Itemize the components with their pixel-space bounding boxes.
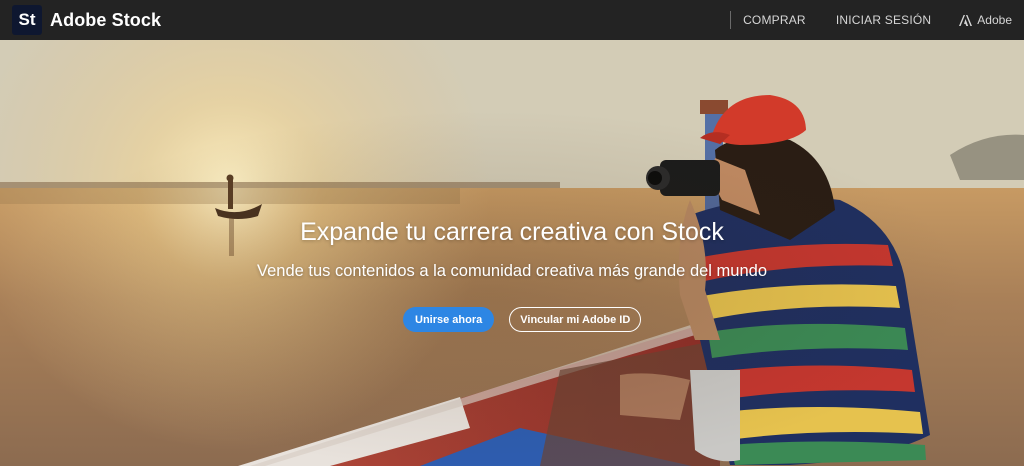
adobe-link[interactable]: Adobe [959,13,1012,27]
nav-right: COMPRAR INICIAR SESIÓN Adobe [730,0,1012,40]
hero-headline: Expande tu carrera creativa con Stock [0,218,1024,247]
link-adobe-id-button[interactable]: Vincular mi Adobe ID [509,307,642,332]
brand-name: Adobe Stock [50,9,162,30]
hero-banner: Expande tu carrera creativa con Stock Ve… [0,40,1024,466]
hero-overlay [0,40,1024,466]
adobe-logo-icon [959,14,973,26]
join-now-button[interactable]: Unirse ahora [403,307,495,332]
nav-divider [730,11,732,29]
buy-link[interactable]: COMPRAR [743,13,806,27]
sign-in-link[interactable]: INICIAR SESIÓN [836,13,931,27]
hero-subheadline: Vende tus contenidos a la comunidad crea… [257,262,767,280]
cta-row: Unirse ahora Vincular mi Adobe ID [403,307,642,332]
top-navigation-bar: St Adobe Stock COMPRAR INICIAR SESIÓN Ad… [0,0,1024,40]
hero-headline-text: Expande tu carrera creativa con Stock [300,218,724,246]
brand[interactable]: St Adobe Stock [12,5,161,35]
adobe-label: Adobe [977,13,1012,27]
stock-logo-icon: St [12,5,42,35]
